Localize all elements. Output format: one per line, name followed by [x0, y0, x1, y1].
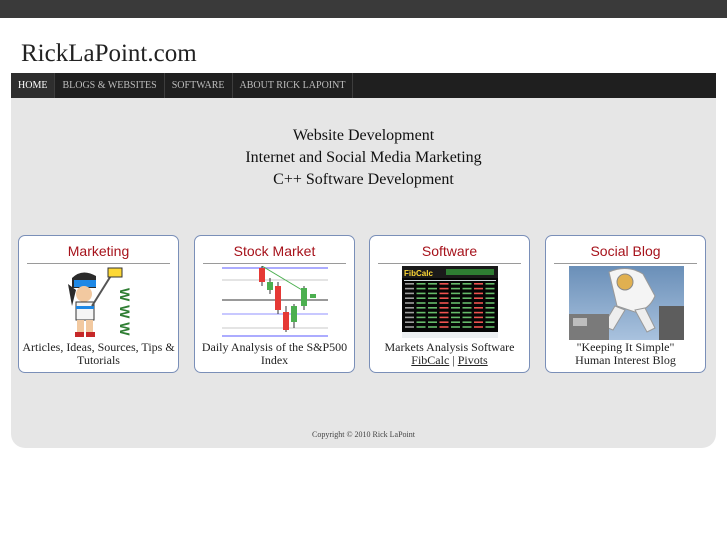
- nav-home[interactable]: HOME: [11, 73, 56, 98]
- main-nav: HOME BLOGS & WEBSITES SOFTWARE ABOUT RIC…: [11, 73, 716, 98]
- software-caption-text: Markets Analysis Software: [384, 340, 515, 354]
- headline-software: C++ Software Development: [273, 171, 454, 188]
- social-blog-subtitle: Human Interest Blog: [575, 353, 676, 367]
- social-blog-quote: "Keeping It Simple": [576, 340, 675, 354]
- stock-chart-image[interactable]: [222, 266, 330, 338]
- www-text: W W W: [117, 288, 133, 336]
- social-blog-divider: [554, 263, 697, 264]
- content-area: Website Development Internet and Social …: [11, 98, 716, 448]
- headline-marketing: Internet and Social Media Marketing: [245, 149, 482, 166]
- astronaut-photo-image[interactable]: [569, 266, 684, 340]
- nav-software[interactable]: SOFTWARE: [165, 73, 233, 98]
- marketing-cartoon-image[interactable]: W W W: [62, 266, 138, 340]
- fibcalc-link[interactable]: FibCalc: [411, 353, 449, 367]
- software-divider: [378, 263, 521, 264]
- marketing-box[interactable]: Marketing W W W Articles, Ideas, Sources…: [18, 235, 179, 373]
- site-title[interactable]: RickLaPoint.com: [21, 40, 197, 68]
- social-blog-box[interactable]: Social Blog "Keeping It Simple" Human In…: [545, 235, 706, 373]
- marketing-caption: Articles, Ideas, Sources, Tips & Tutoria…: [22, 340, 175, 367]
- marketing-divider: [27, 263, 170, 264]
- headline-web-dev: Website Development: [292, 127, 435, 144]
- copyright-text: Copyright © 2010 Rick LaPoint: [312, 430, 415, 439]
- marketing-title[interactable]: Marketing: [19, 243, 178, 259]
- nav-blogs-websites[interactable]: BLOGS & WEBSITES: [55, 73, 165, 98]
- pivots-link[interactable]: Pivots: [458, 353, 488, 367]
- software-caption: Markets Analysis Software FibCalc | Pivo…: [372, 341, 527, 367]
- fibcalc-logo-text: FibCalc: [404, 269, 433, 278]
- link-separator: |: [452, 353, 455, 367]
- stock-market-title[interactable]: Stock Market: [195, 243, 354, 259]
- stock-market-box[interactable]: Stock Market Daily Analysis of the S&P50…: [194, 235, 355, 373]
- software-title[interactable]: Software: [370, 243, 529, 259]
- page: RickLaPoint.com HOME BLOGS & WEBSITES SO…: [0, 18, 727, 463]
- nav-about[interactable]: ABOUT RICK LAPOINT: [233, 73, 354, 98]
- software-box[interactable]: Software FibCalc Markets Analysis Softwa…: [369, 235, 530, 373]
- stock-market-divider: [203, 263, 346, 264]
- social-blog-caption: "Keeping It Simple" Human Interest Blog: [548, 341, 703, 367]
- fibcalc-screenshot-image[interactable]: FibCalc: [402, 266, 498, 338]
- stock-market-caption: Daily Analysis of the S&P500 Index: [201, 340, 348, 367]
- top-band: [0, 0, 727, 18]
- social-blog-title[interactable]: Social Blog: [546, 243, 705, 259]
